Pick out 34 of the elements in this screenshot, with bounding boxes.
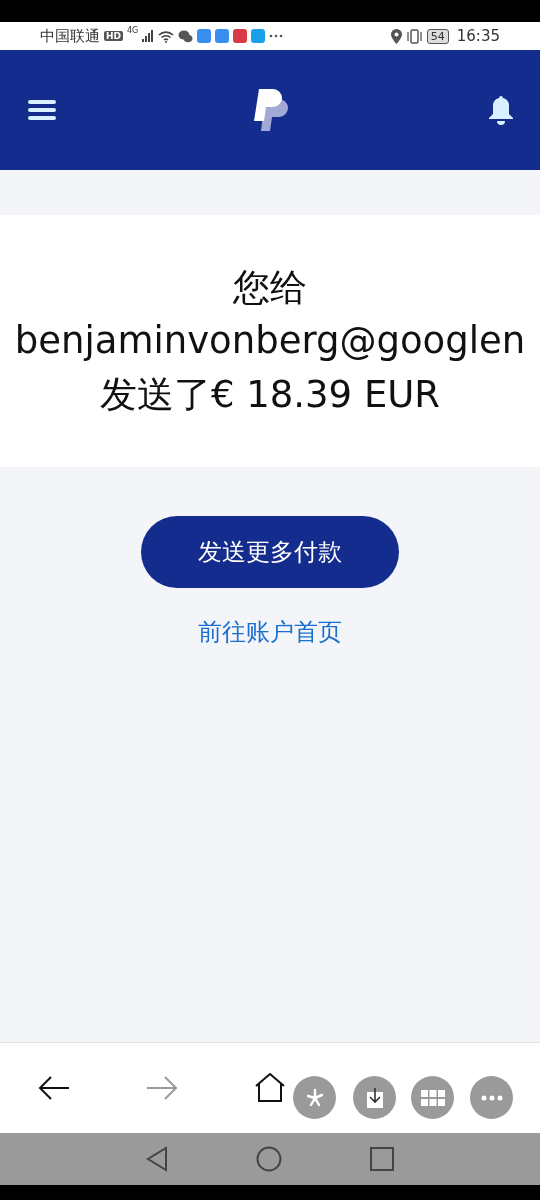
back-nav-icon[interactable] — [146, 1146, 168, 1172]
cloud-app-icon — [215, 29, 230, 43]
grid-icon — [420, 1089, 445, 1106]
back-icon[interactable] — [38, 1075, 70, 1101]
send-more-button[interactable]: 发送更多付款 — [141, 516, 399, 588]
cloud-app-icon — [197, 29, 212, 43]
assistant-button[interactable] — [293, 1076, 336, 1119]
wifi-icon — [158, 29, 175, 43]
account-home-link[interactable]: 前往账户首页 — [198, 616, 342, 648]
more-icon — [269, 34, 284, 38]
signal-icon — [142, 30, 155, 42]
payment-confirmation-text: 您给 benjaminvonberg@googlen 发送了€ 18.39 EUR — [14, 264, 526, 418]
battery-level: 54 — [426, 28, 449, 44]
home-nav-icon[interactable] — [256, 1146, 282, 1172]
notification-bell-icon[interactable] — [488, 95, 514, 125]
download-icon — [366, 1087, 383, 1108]
clock-time: 16:35 — [456, 27, 500, 45]
more-button[interactable] — [470, 1076, 513, 1119]
home-icon[interactable] — [254, 1073, 286, 1103]
vibrate-icon — [405, 28, 423, 44]
sparkle-icon — [304, 1087, 325, 1108]
book-app-icon — [233, 29, 248, 43]
carrier-name: 中国联通 — [40, 26, 100, 46]
recents-nav-icon[interactable] — [370, 1147, 394, 1171]
network-type: 4G — [127, 26, 139, 35]
download-button[interactable] — [353, 1076, 396, 1119]
more-icon — [479, 1094, 504, 1101]
menu-icon[interactable] — [28, 100, 56, 120]
apps-button[interactable] — [411, 1076, 454, 1119]
search-app-icon — [251, 29, 266, 43]
hd-badge: HD — [104, 31, 123, 41]
location-icon — [390, 28, 402, 44]
chat-icon — [178, 29, 194, 43]
logo-icon — [253, 89, 291, 131]
